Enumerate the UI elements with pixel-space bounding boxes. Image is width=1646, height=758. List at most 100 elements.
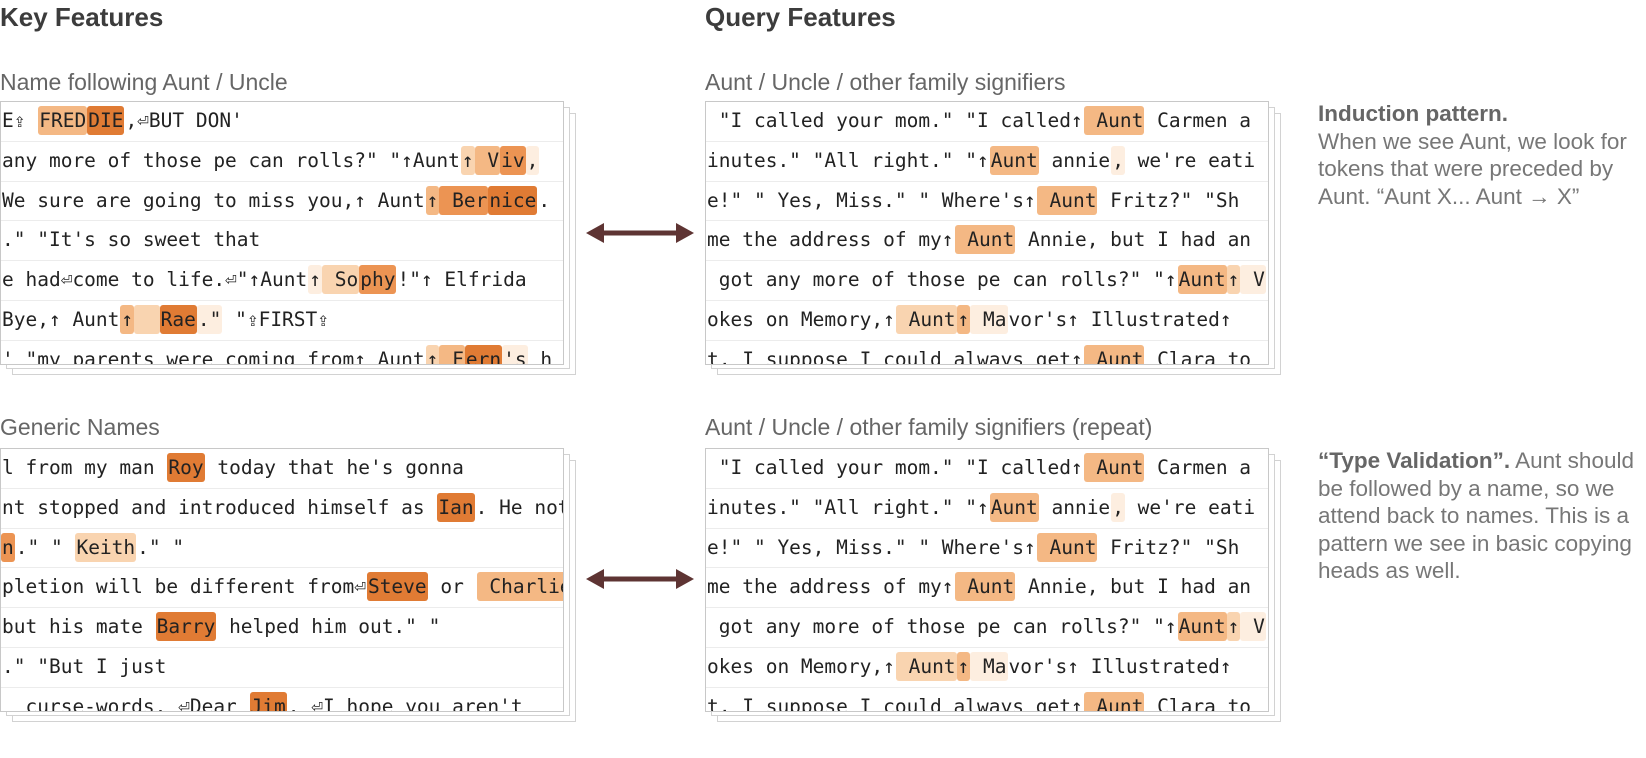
- token: any more of those pe can rolls?" "↑Aunt: [2, 148, 460, 172]
- text-row: ' "my parents were coming from↑ Aunt ↑ Fe…: [1, 341, 563, 365]
- induction-note: Induction pattern. When we see Aunt, we …: [1318, 100, 1644, 210]
- token: inutes." "All right." "↑: [707, 495, 989, 519]
- text-row: e had⏎come to life.⏎"↑Aunt ↑ So phy !"↑ Elf…: [1, 261, 563, 301]
- token: h: [528, 347, 553, 365]
- text-row: curse-words. ⏎Dear Jim. ⏎I hope you aren…: [1, 688, 563, 712]
- highlighted-token: V: [1240, 265, 1266, 295]
- highlighted-token: Ma: [970, 304, 1008, 334]
- highlighted-token: ,: [1111, 492, 1125, 522]
- highlighted-token: Aunt: [1083, 106, 1145, 135]
- highlighted-token: V: [474, 145, 501, 175]
- token: . He not: [475, 495, 563, 519]
- text-row: ." "It's so sweet that: [1, 221, 563, 262]
- highlighted-token: Aunt: [1083, 453, 1145, 482]
- token: Fritz?" "Sh: [1098, 188, 1240, 212]
- query-top-stack: "I called your mom." "I called↑ Aunt Car…: [705, 101, 1281, 375]
- key-bottom-stack: l from my man Roy today that he's gonna n…: [0, 448, 576, 722]
- text-row: inutes." "All right." "↑ Aunt annie, we'r…: [706, 489, 1268, 529]
- token: we're eati: [1125, 495, 1256, 519]
- token: Clara to: [1145, 694, 1252, 712]
- highlighted-token: ↑: [425, 185, 440, 215]
- arrow-head-left: [586, 569, 604, 589]
- token: "⇪FIRST⇪: [223, 307, 330, 331]
- text-row: Bye,↑ Aunt ↑ Rae ." "⇪FIRST⇪: [1, 301, 563, 341]
- text-row: inutes." "All right." "↑ Aunt annie, we'r…: [706, 142, 1268, 182]
- highlighted-token: [134, 304, 160, 334]
- text-row: any more of those pe can rolls?" "↑Aunt ↑…: [1, 142, 563, 182]
- key-features-heading: Key Features: [0, 2, 164, 32]
- token: t, I suppose I could always get↑: [707, 694, 1083, 712]
- text-row: me the address of my↑ Aunt Annie, but I …: [706, 568, 1268, 609]
- text-row: We sure are going to miss you,↑ Aunt ↑ Be…: [1, 182, 563, 222]
- token: e!" " Yes, Miss." " Where's↑: [707, 188, 1036, 212]
- token: !"↑ Elfrida: [397, 268, 527, 292]
- query-top-subtitle: Aunt / Uncle / other family signifiers: [705, 69, 1066, 95]
- token: "I called your mom." "I called↑: [707, 109, 1083, 132]
- text-row: got any more of those pe can rolls?" "↑ A…: [706, 608, 1268, 648]
- highlighted-token: ↑: [460, 145, 475, 175]
- token: . ⏎I hope you aren't: [287, 694, 523, 712]
- query-top-card: "I called your mom." "I called↑ Aunt Car…: [705, 101, 1269, 365]
- text-row: nt stopped and introduced himself as Ian…: [1, 489, 563, 529]
- token: Annie, but I had an: [1016, 575, 1252, 599]
- highlighted-token: Aunt: [895, 304, 957, 334]
- token: vor's↑ Illustrated↑: [1008, 307, 1232, 331]
- highlighted-token: Aunt: [1036, 185, 1098, 215]
- token: ." "But I just: [2, 654, 167, 678]
- highlighted-token: Aunt: [989, 492, 1039, 522]
- key-bottom-card: l from my man Roy today that he's gonna n…: [0, 448, 564, 712]
- query-features-heading: Query Features: [705, 2, 896, 32]
- token: Bye,↑ Aunt: [2, 307, 120, 331]
- token: inutes." "All right." "↑: [707, 148, 989, 172]
- highlighted-token: ern: [464, 344, 503, 364]
- highlighted-token: DIE: [87, 106, 125, 135]
- token: me the address of my↑: [707, 575, 954, 599]
- text-row: l from my man Roy today that he's gonna: [1, 449, 563, 489]
- highlighted-token: Aunt: [1083, 344, 1145, 364]
- highlighted-token: nice: [488, 185, 538, 215]
- token: annie: [1039, 495, 1111, 519]
- query-bottom-subtitle: Aunt / Uncle / other family signifiers (…: [705, 414, 1153, 440]
- token: Clara to: [1145, 347, 1252, 365]
- highlighted-token: ↑: [120, 304, 135, 334]
- highlighted-token: ↑: [1226, 612, 1241, 642]
- text-row: "I called your mom." "I called↑ Aunt Car…: [706, 449, 1268, 489]
- highlighted-token: Keith: [75, 532, 137, 562]
- token: got any more of those pe can rolls?" "↑: [707, 615, 1177, 639]
- type-validation-note: “Type Validation”. Aunt should be follow…: [1318, 447, 1644, 585]
- induction-note-title: Induction pattern.: [1318, 101, 1508, 126]
- text-row: okes on Memory,↑ Aunt ↑ Ma vor's↑ Illustra…: [706, 648, 1268, 688]
- highlighted-token: ,: [525, 145, 540, 175]
- text-row: me the address of my↑ Aunt Annie, but I …: [706, 221, 1268, 262]
- double-arrow-bottom: [586, 569, 694, 589]
- token: or: [428, 575, 476, 599]
- highlighted-token: ↑: [956, 304, 971, 334]
- token: pletion will be different from⏎: [2, 575, 366, 599]
- text-row: okes on Memory,↑ Aunt ↑ Ma vor's↑ Illustra…: [706, 301, 1268, 341]
- highlighted-token: Steve: [366, 572, 428, 602]
- text-row: but his mate Barry helped him out." ": [1, 608, 563, 648]
- query-bottom-card: "I called your mom." "I called↑ Aunt Car…: [705, 448, 1269, 712]
- token: "I called your mom." "I called↑: [707, 456, 1083, 479]
- token: we're eati: [1125, 148, 1256, 172]
- token: l from my man: [2, 456, 167, 479]
- highlighted-token: ,: [1111, 145, 1125, 175]
- token: today that he's gonna: [205, 456, 464, 479]
- text-row: t, I suppose I could always get↑ Aunt Cl…: [706, 341, 1268, 365]
- token: okes on Memory,↑: [707, 307, 895, 331]
- highlighted-token: Aunt: [1083, 691, 1145, 711]
- highlighted-token: Charlie: [476, 572, 563, 602]
- highlighted-token: FRED: [38, 106, 88, 135]
- highlighted-token: F: [439, 344, 465, 364]
- key-bottom-subtitle: Generic Names: [0, 414, 160, 440]
- token: Carmen a: [1145, 109, 1252, 132]
- highlighted-token: Ma: [970, 651, 1008, 681]
- arrow-head-right: [676, 223, 694, 243]
- highlighted-token: Ber: [439, 185, 489, 215]
- text-row: got any more of those pe can rolls?" "↑ A…: [706, 261, 1268, 301]
- key-top-card: E⇪ FRED DIE ,⏎BUT DON' any more of those pe…: [0, 101, 564, 365]
- token: ' "my parents were coming from↑ Aunt: [2, 347, 425, 365]
- highlighted-token: ↑: [425, 344, 440, 364]
- highlighted-token: ↑: [1226, 265, 1241, 295]
- text-row: t, I suppose I could always get↑ Aunt Cl…: [706, 688, 1268, 712]
